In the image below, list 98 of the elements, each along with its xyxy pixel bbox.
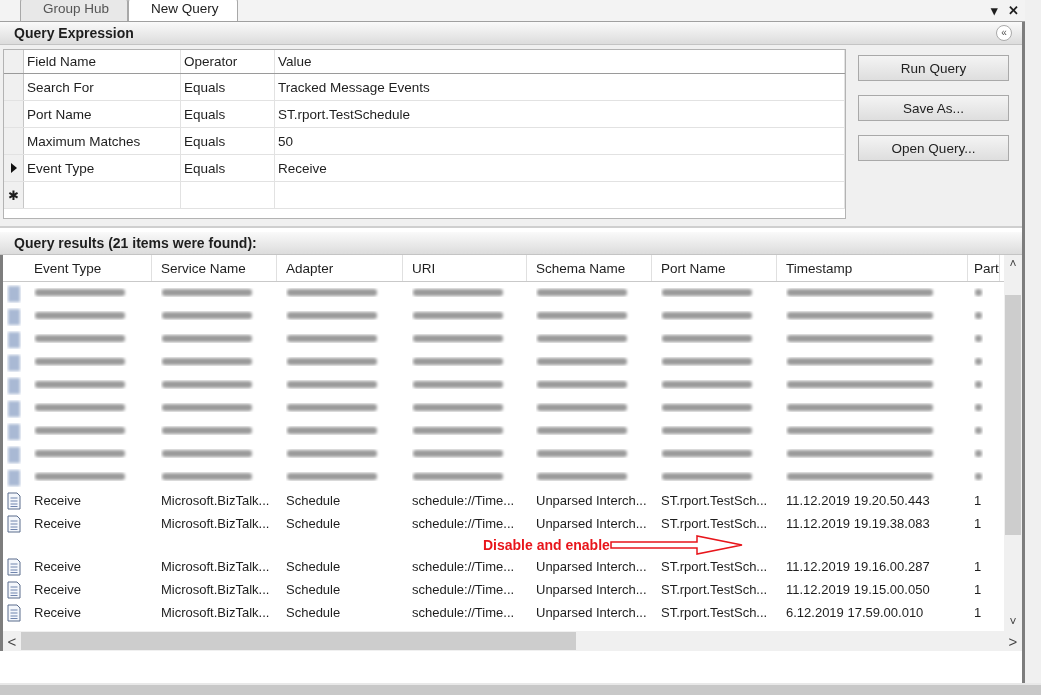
document-icon (7, 603, 21, 622)
table-cell-text: Unparsed Interch... (535, 516, 648, 531)
column-header[interactable]: Schema Name (527, 255, 652, 281)
table-cell: 50 (275, 128, 845, 154)
table-cell-text: Schedule (285, 493, 342, 508)
annotation-text: Disable and enable (483, 537, 610, 553)
blurred-icon (7, 445, 21, 464)
table-cell: ST.rport.TestSchedule (275, 101, 845, 127)
blurred-icon (7, 284, 21, 303)
table-cell-text: ST.rport.TestSch... (660, 605, 769, 620)
table-cell-text: Microsoft.BizTalk... (160, 493, 271, 508)
scroll-left-button[interactable]: < (3, 632, 21, 650)
column-header[interactable]: Adapter (277, 255, 403, 281)
document-icon (7, 491, 21, 510)
header-corner (4, 50, 24, 73)
table-cell-text: ST.rport.TestSch... (660, 493, 769, 508)
blurred-icon (7, 353, 21, 372)
column-header[interactable]: Field Name (24, 50, 181, 73)
query-button[interactable]: Run Query (858, 55, 1009, 81)
table-cell-text: schedule://Time... (411, 516, 516, 531)
column-header[interactable]: Value (275, 50, 845, 73)
table-cell-text: Unparsed Interch... (535, 493, 648, 508)
table-cell: Receive (275, 155, 845, 181)
scroll-right-button[interactable]: > (1004, 632, 1022, 650)
arrow-icon (609, 535, 744, 555)
window-control[interactable]: ▾ (991, 3, 998, 18)
table-cell-text: Receive (33, 605, 82, 620)
section-title: Query results (21 items were found): (14, 235, 257, 251)
table-cell-text: Schedule (285, 559, 342, 574)
horizontal-scrollbar[interactable]: < > (0, 631, 1022, 651)
table-cell-text: 11.12.2019 19.16.00.287 (785, 559, 931, 574)
table-cell-text: Microsoft.BizTalk... (160, 605, 271, 620)
tab[interactable]: Group Hub (20, 0, 129, 21)
table-cell-text: Receive (33, 559, 82, 574)
column-header[interactable]: Part (968, 255, 1000, 281)
blurred-icon (7, 422, 21, 441)
table-cell-text: 11.12.2019 19.15.00.050 (785, 582, 931, 597)
table-cell-text: 11.12.2019 19.20.50.443 (785, 493, 931, 508)
table-cell: Equals (181, 101, 275, 127)
blurred-icon (7, 376, 21, 395)
document-icon (7, 580, 21, 599)
table-cell-text: Microsoft.BizTalk... (160, 559, 271, 574)
vertical-scrollbar[interactable]: ˄ ˅ (1004, 255, 1022, 631)
scroll-up-button[interactable]: ˄ (1006, 255, 1020, 273)
table-cell-text: 6.12.2019 17.59.00.010 (785, 605, 925, 620)
section-title: Query Expression (14, 25, 134, 41)
column-header[interactable]: URI (403, 255, 527, 281)
table-cell-text: Receive (33, 516, 82, 531)
blurred-icon (7, 307, 21, 326)
blurred-icon (7, 399, 21, 418)
table-cell-text: Microsoft.BizTalk... (160, 582, 271, 597)
table-cell-text: schedule://Time... (411, 605, 516, 620)
blurred-icon (7, 330, 21, 349)
window-control[interactable]: ✕ (1008, 3, 1019, 18)
table-cell-text: Schedule (285, 516, 342, 531)
table-cell-text: 1 (973, 559, 983, 574)
table-cell-text: Schedule (285, 582, 342, 597)
table-cell-text: 1 (973, 516, 983, 531)
table-cell-text: ST.rport.TestSch... (660, 516, 769, 531)
table-cell: Event Type (24, 155, 181, 181)
table-cell: Equals (181, 155, 275, 181)
column-header[interactable]: Event Type (25, 255, 152, 281)
table-cell-text: Unparsed Interch... (535, 559, 648, 574)
column-header[interactable]: Timestamp (777, 255, 968, 281)
column-header[interactable]: Service Name (152, 255, 277, 281)
table-cell-text: Microsoft.BizTalk... (160, 516, 271, 531)
document-icon (7, 514, 21, 533)
tab[interactable]: New Query (128, 0, 238, 21)
document-icon (7, 557, 21, 576)
scroll-down-button[interactable]: ˅ (1006, 613, 1020, 631)
table-cell-text: ST.rport.TestSch... (660, 559, 769, 574)
table-cell-text: Receive (33, 582, 82, 597)
table-cell-text: schedule://Time... (411, 582, 516, 597)
table-cell-text: 1 (973, 605, 983, 620)
blurred-icon (7, 468, 21, 487)
table-cell-text: Unparsed Interch... (535, 605, 648, 620)
query-button[interactable]: Open Query... (858, 135, 1009, 161)
table-cell: Tracked Message Events (275, 74, 845, 100)
table-cell: Equals (181, 128, 275, 154)
column-header[interactable]: Port Name (652, 255, 777, 281)
table-cell-text: Unparsed Interch... (535, 582, 648, 597)
table-cell: Search For (24, 74, 181, 100)
table-cell: Port Name (24, 101, 181, 127)
table-cell: Maximum Matches (24, 128, 181, 154)
table-cell-text: Schedule (285, 605, 342, 620)
table-cell-text: ST.rport.TestSch... (660, 582, 769, 597)
table-cell-text: schedule://Time... (411, 559, 516, 574)
table-cell-text: 1 (973, 493, 983, 508)
table-cell-text: 11.12.2019 19.19.38.083 (785, 516, 931, 531)
table-cell: Equals (181, 74, 275, 100)
row-header[interactable] (4, 155, 24, 181)
table-cell-text: 1 (973, 582, 983, 597)
column-header[interactable]: Operator (181, 50, 275, 73)
new-row[interactable]: ✱ (4, 182, 845, 209)
table-cell-text: Receive (33, 493, 82, 508)
query-button[interactable]: Save As... (858, 95, 1009, 121)
collapse-button[interactable]: « (996, 25, 1012, 41)
table-cell-text: schedule://Time... (411, 493, 516, 508)
